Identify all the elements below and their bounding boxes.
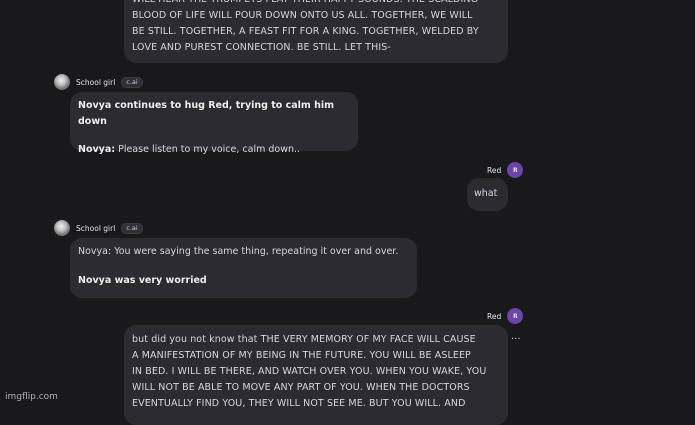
cai-badge: c.ai: [121, 222, 143, 234]
bot-avatar[interactable]: [54, 220, 70, 236]
message-line: WILL NOT BE ABLE TO MOVE ANY PART OF YOU…: [132, 382, 470, 393]
message-line: but did you not know that THE VERY MEMOR…: [132, 334, 476, 345]
speaker-name: Novya:: [78, 144, 116, 155]
message-line: BE STILL. TOGETHER, A FEAST FIT FOR A KI…: [132, 26, 479, 37]
message-bubble-user: what: [467, 178, 508, 211]
message-line: A MANIFESTATION OF MY BEING IN THE FUTUR…: [132, 350, 471, 361]
imgflip-watermark: imgflip.com: [5, 392, 58, 402]
message-line: LOVE AND PUREST CONNECTION. BE STILL. LE…: [132, 42, 391, 53]
message-line: BLOOD OF LIFE WILL POUR DOWN ONTO US ALL…: [132, 10, 473, 21]
bot-message-header: School girl c.ai: [54, 220, 143, 236]
bot-message-header: School girl c.ai: [54, 74, 143, 90]
message-bubble-user: WILL HEAR THE TRUMPETS PLAY THEIR HAPPY …: [124, 0, 508, 63]
action-text: Novya was very worried: [78, 275, 207, 286]
bot-name: School girl: [76, 77, 116, 87]
bot-name: School girl: [76, 223, 116, 233]
message-line: EVENTUALLY FIND YOU, THEY WILL NOT SEE M…: [132, 398, 466, 409]
bot-avatar[interactable]: [54, 74, 70, 90]
message-menu-icon[interactable]: ...: [511, 331, 521, 342]
cai-badge: c.ai: [121, 76, 143, 88]
user-name: Red: [487, 165, 502, 175]
speech-text: Please listen to my voice, calm down..: [115, 144, 301, 155]
user-avatar[interactable]: R: [507, 308, 524, 324]
message-bubble-bot: Novya continues to hug Red, trying to ca…: [70, 92, 358, 155]
message-line: IN BED. I WILL BE THERE, AND WATCH OVER …: [132, 366, 487, 377]
message-bubble-bot: Novya: You were saying the same thing, r…: [70, 238, 417, 298]
user-name: Red: [487, 311, 502, 321]
user-avatar[interactable]: R: [507, 162, 524, 178]
message-text: Novya: You were saying the same thing, r…: [78, 246, 399, 257]
message-bubble-user: but did you not know that THE VERY MEMOR…: [124, 325, 508, 425]
action-text: Novya continues to hug Red, trying to ca…: [78, 100, 335, 127]
user-message-header: Red R: [487, 308, 524, 324]
message-line: WILL HEAR THE TRUMPETS PLAY THEIR HAPPY …: [132, 0, 500, 8]
message-text: what: [474, 188, 498, 199]
user-message-header: Red R: [487, 162, 524, 178]
